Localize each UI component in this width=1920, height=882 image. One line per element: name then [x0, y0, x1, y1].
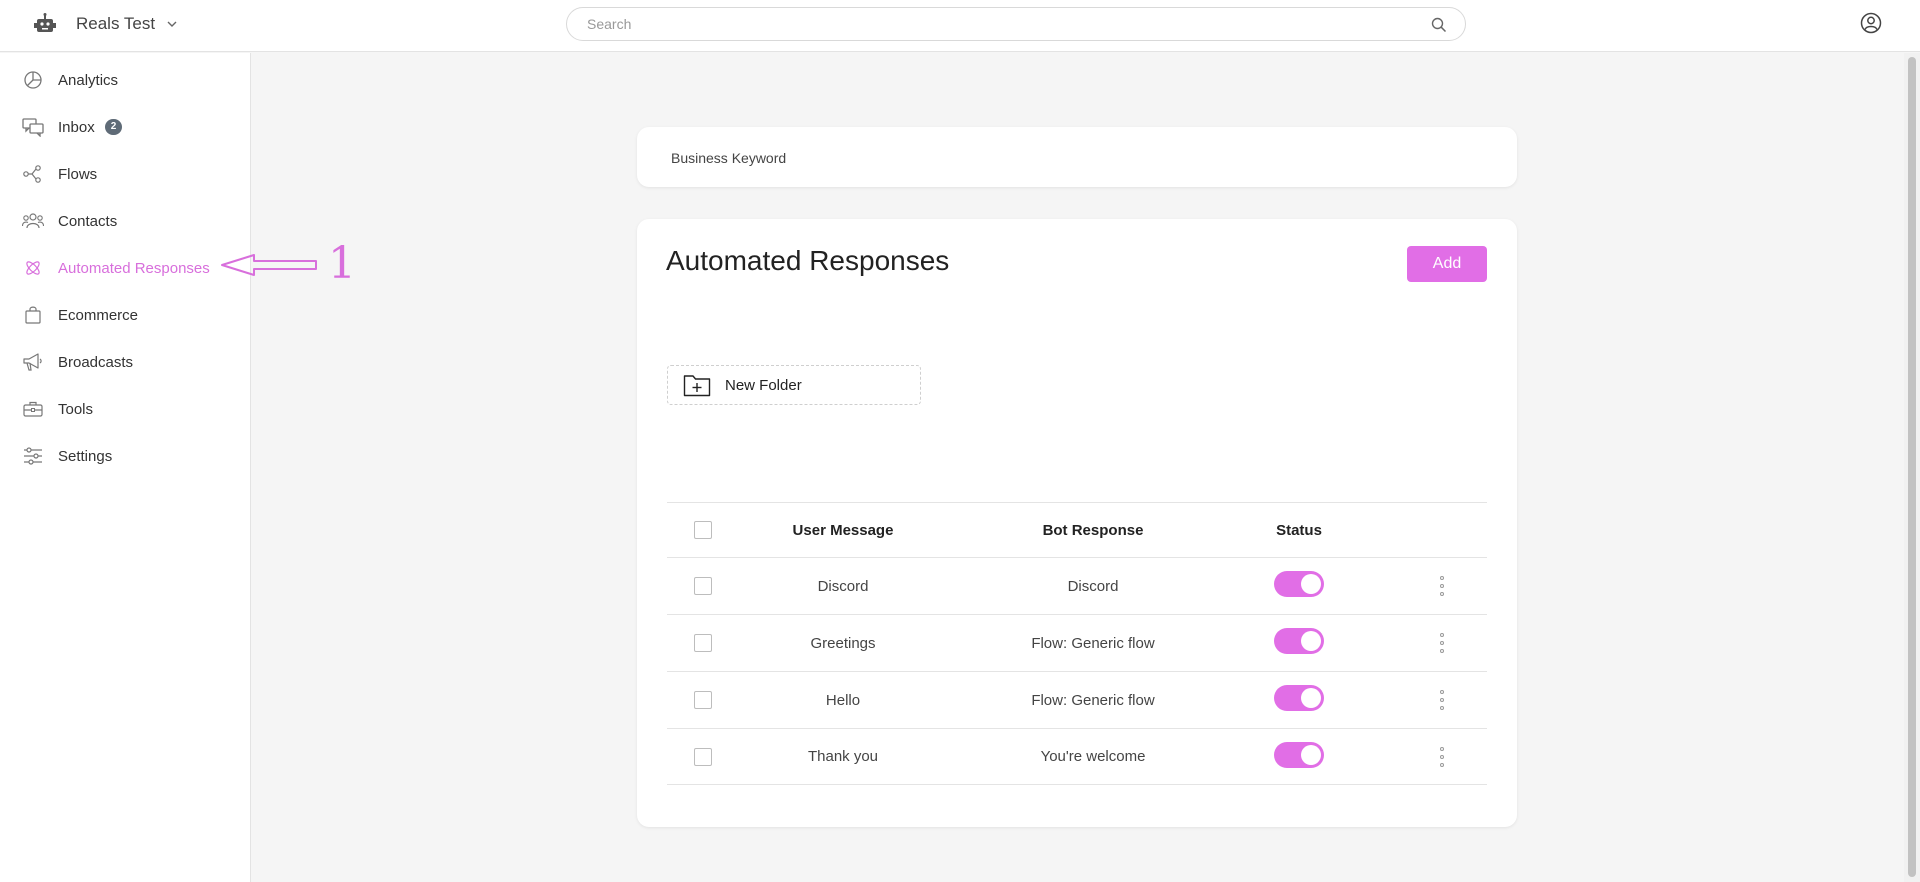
business-keyword-label: Business Keyword [671, 150, 787, 166]
toggle-knob [1301, 688, 1321, 708]
annotation-number-1: 1 [328, 238, 356, 289]
workspace-name[interactable]: Reals Test [76, 14, 155, 34]
sidebar-item-flows[interactable]: Flows [22, 161, 97, 187]
inbox-icon [22, 117, 44, 137]
contacts-icon [22, 211, 44, 231]
new-folder-button[interactable]: New Folder [667, 365, 921, 405]
sidebar-item-label: Ecommerce [58, 306, 139, 324]
status-toggle[interactable] [1274, 741, 1324, 768]
toggle-knob [1301, 744, 1321, 765]
sliders-icon [22, 446, 44, 466]
sidebar-item-analytics[interactable]: Analytics [22, 67, 118, 93]
sidebar-item-label: Tools [58, 400, 94, 418]
sidebar-item-label: Broadcasts [58, 353, 134, 371]
user-account-icon[interactable] [1860, 12, 1882, 34]
table-row: Greetings Flow: Generic flow [667, 614, 1487, 671]
user-message-cell: Hello [825, 691, 861, 709]
column-header-user-message: User Message [792, 521, 894, 539]
page-title: Automated Responses [666, 245, 950, 276]
select-all-checkbox[interactable] [694, 521, 712, 539]
add-button[interactable]: Add [1407, 246, 1487, 282]
sidebar: Analytics Inbox 2 Flows Contacts Automat… [0, 53, 251, 882]
flows-icon [22, 164, 44, 184]
new-folder-label: New Folder [725, 376, 802, 394]
annotation-arrow-left-icon [221, 254, 317, 276]
automated-responses-icon [22, 258, 44, 278]
bot-icon [34, 13, 56, 32]
folder-plus-icon [683, 375, 711, 397]
toggle-knob [1301, 574, 1321, 594]
sidebar-item-label: Inbox [58, 118, 95, 136]
user-message-cell: Discord [817, 577, 869, 595]
business-keyword-card[interactable]: Business Keyword [637, 127, 1517, 187]
bot-response-cell: Discord [1067, 577, 1119, 595]
scrollbar-thumb[interactable] [1908, 57, 1916, 877]
sidebar-item-broadcasts[interactable]: Broadcasts [22, 349, 133, 375]
sidebar-item-label: Flows [58, 165, 98, 183]
toggle-knob [1301, 631, 1321, 651]
sidebar-item-tools[interactable]: Tools [22, 396, 93, 422]
sidebar-item-ecommerce[interactable]: Ecommerce [22, 302, 138, 328]
row-checkbox[interactable] [694, 577, 712, 595]
sidebar-item-automated-responses[interactable]: Automated Responses [22, 255, 210, 281]
table-row: Thank you You're welcome [667, 728, 1487, 785]
search-input[interactable] [587, 16, 1407, 32]
more-options-icon[interactable] [1439, 576, 1445, 596]
row-checkbox[interactable] [694, 634, 712, 652]
status-toggle[interactable] [1274, 571, 1324, 597]
sidebar-item-label: Automated Responses [58, 259, 210, 277]
row-checkbox[interactable] [694, 691, 712, 709]
chevron-down-icon[interactable] [166, 18, 178, 30]
sidebar-item-label: Settings [58, 447, 113, 465]
search-bar [566, 7, 1466, 41]
sidebar-item-label: Analytics [58, 71, 119, 89]
row-checkbox[interactable] [694, 747, 712, 766]
responses-table: User Message Bot Response Status Discord… [667, 502, 1487, 785]
user-message-cell: Greetings [810, 634, 876, 652]
bot-response-cell: Flow: Generic flow [1031, 691, 1155, 709]
sidebar-item-contacts[interactable]: Contacts [22, 208, 117, 234]
table-row: Hello Flow: Generic flow [667, 671, 1487, 728]
automated-responses-card: Automated Responses Add New Folder User … [637, 219, 1517, 827]
inbox-count-badge: 2 [104, 119, 123, 135]
page-scrollbar[interactable] [1904, 53, 1920, 882]
column-header-bot-response: Bot Response [1042, 521, 1144, 539]
top-bar: Reals Test [0, 0, 1920, 52]
status-toggle[interactable] [1274, 628, 1324, 654]
table-header-row: User Message Bot Response Status [667, 502, 1487, 557]
more-options-icon[interactable] [1439, 633, 1445, 653]
bot-response-cell: Flow: Generic flow [1031, 634, 1155, 652]
status-toggle[interactable] [1274, 685, 1324, 711]
more-options-icon[interactable] [1439, 746, 1445, 767]
more-options-icon[interactable] [1439, 690, 1445, 710]
analytics-icon [22, 70, 44, 90]
megaphone-icon [22, 352, 44, 372]
shopping-bag-icon [22, 305, 44, 325]
search-icon[interactable] [1431, 17, 1447, 33]
bot-response-cell: You're welcome [1040, 748, 1146, 765]
table-row: Discord Discord [667, 557, 1487, 614]
sidebar-item-settings[interactable]: Settings [22, 443, 112, 469]
column-header-status: Status [1276, 521, 1322, 539]
sidebar-item-label: Contacts [58, 212, 118, 230]
user-message-cell: Thank you [807, 748, 879, 765]
sidebar-item-inbox[interactable]: Inbox 2 [22, 114, 123, 140]
toolbox-icon [22, 399, 44, 419]
